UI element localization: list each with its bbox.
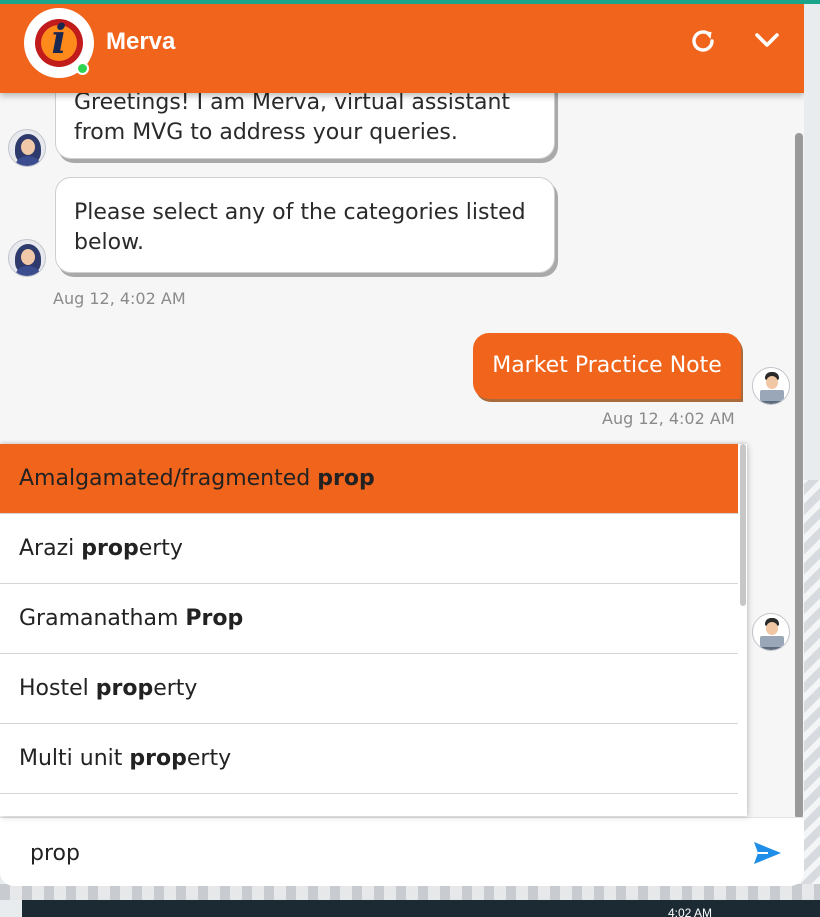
message-input[interactable] bbox=[30, 836, 730, 870]
autocomplete-suggestions: Amalgamated/fragmented prop Arazi proper… bbox=[0, 444, 747, 816]
suggestions-scrollbar[interactable] bbox=[739, 444, 747, 816]
chevron-down-icon bbox=[755, 33, 779, 47]
message-list: Greetings! I am Merva, virtual assistant… bbox=[0, 67, 804, 819]
taskbar-clock: 4:02 AM bbox=[668, 906, 713, 917]
suggestion-item[interactable]: Amalgamated/fragmented prop bbox=[0, 444, 738, 514]
suggestion-item[interactable]: Arazi property bbox=[0, 514, 738, 584]
message-timestamp: Aug 12, 4:02 AM bbox=[53, 289, 186, 308]
bot-avatar bbox=[8, 129, 46, 167]
user-avatar bbox=[752, 367, 790, 405]
suggestion-item[interactable] bbox=[0, 794, 738, 816]
collapse-button[interactable] bbox=[750, 24, 784, 58]
user-avatar bbox=[752, 613, 790, 651]
taskbar: 4:02 AM bbox=[0, 900, 820, 917]
message-input-bar bbox=[0, 817, 804, 886]
send-icon bbox=[754, 842, 781, 864]
chat-window: i Merva Greetings! I am Merva, virtual a… bbox=[0, 4, 804, 886]
messages-scrollbar[interactable] bbox=[795, 133, 803, 819]
message-timestamp: Aug 12, 4:02 AM bbox=[602, 409, 735, 428]
logo-glyph: i bbox=[51, 16, 67, 63]
suggestion-item[interactable]: Gramanatham Prop bbox=[0, 584, 738, 654]
chat-title: Merva bbox=[106, 28, 176, 55]
suggestions-scrollbar-thumb[interactable] bbox=[740, 444, 746, 606]
bot-message: Please select any of the categories list… bbox=[55, 177, 555, 273]
user-message: Market Practice Note bbox=[473, 333, 741, 399]
bot-logo: i bbox=[24, 8, 94, 78]
messages-scrollbar-thumb[interactable] bbox=[795, 133, 803, 819]
suggestion-item[interactable]: Hostel property bbox=[0, 654, 738, 724]
suggestion-item[interactable]: Multi unit property bbox=[0, 724, 738, 794]
chat-header: i Merva bbox=[0, 4, 804, 93]
refresh-icon bbox=[692, 30, 714, 52]
send-button[interactable] bbox=[750, 838, 784, 868]
refresh-button[interactable] bbox=[686, 24, 720, 58]
online-status-dot bbox=[76, 62, 89, 75]
bot-avatar bbox=[8, 239, 46, 277]
